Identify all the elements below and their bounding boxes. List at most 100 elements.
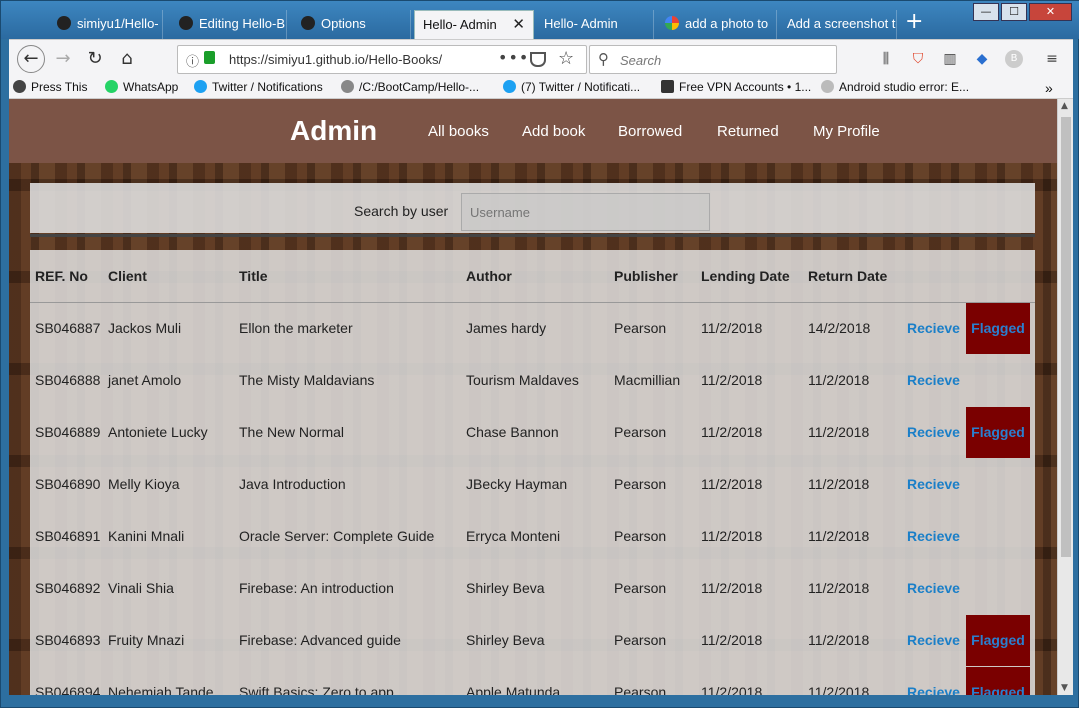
bookmark-whatsapp[interactable]: WhatsApp bbox=[105, 80, 178, 94]
library-icon[interactable]: ⫼ bbox=[877, 50, 895, 68]
return-date-cell: 11/2/2018 bbox=[808, 632, 870, 648]
github-icon bbox=[57, 16, 71, 30]
flag-cell bbox=[966, 510, 1035, 562]
col-ref-no: REF. No bbox=[30, 250, 108, 303]
receive-link[interactable]: Recieve bbox=[907, 528, 960, 544]
receive-link[interactable]: Recieve bbox=[907, 580, 960, 596]
home-icon[interactable]: ⌂ bbox=[115, 47, 139, 71]
ref-no-cell: SB046889 bbox=[35, 424, 101, 440]
minimize-button[interactable]: — bbox=[973, 3, 999, 21]
sidebar-icon[interactable]: ▥ bbox=[941, 50, 959, 68]
action-cell: Recieve bbox=[907, 562, 966, 614]
publisher-cell: Pearson bbox=[614, 320, 667, 337]
ref-no-cell: SB046890 bbox=[35, 476, 101, 492]
title-cell: Oracle Server: Complete Guide bbox=[239, 528, 435, 544]
ref-no-cell: SB046894 bbox=[35, 684, 101, 695]
vertical-scrollbar[interactable]: ▲ ▼ bbox=[1057, 99, 1073, 695]
bookmark-free-vpn[interactable]: Free VPN Accounts • 1... bbox=[661, 80, 811, 94]
window-controls: — ☐ ✕ bbox=[971, 3, 1072, 21]
close-button[interactable]: ✕ bbox=[1029, 3, 1072, 21]
ublock-shield-icon[interactable]: ⛉ bbox=[909, 50, 927, 68]
maximize-button[interactable]: ☐ bbox=[1001, 3, 1027, 21]
author-cell: James hardy bbox=[466, 320, 547, 337]
close-tab-icon[interactable]: ✕ bbox=[512, 15, 525, 33]
github-icon bbox=[179, 16, 193, 30]
ref-no-cell: SB046888 bbox=[35, 372, 101, 388]
google-icon bbox=[665, 16, 679, 30]
bookmark-press-this[interactable]: Press This bbox=[13, 80, 87, 94]
bookmark-twitter-notifications[interactable]: (7) Twitter / Notificati... bbox=[503, 80, 640, 94]
new-tab-icon[interactable]: + bbox=[905, 9, 923, 34]
tab-google-search[interactable]: add a photo to bbox=[657, 10, 777, 39]
bookmark-android-studio[interactable]: Android studio error: E... bbox=[821, 80, 969, 94]
flagged-button[interactable]: Flagged bbox=[966, 302, 1030, 354]
scroll-up-icon[interactable]: ▲ bbox=[1061, 101, 1068, 111]
page-icon bbox=[821, 80, 834, 93]
publisher-cell: Pearson bbox=[614, 528, 667, 544]
lending-date-cell: 11/2/2018 bbox=[701, 684, 763, 695]
receive-link[interactable]: Recieve bbox=[907, 424, 960, 440]
brand-title[interactable]: Admin bbox=[290, 115, 377, 147]
spark-icon bbox=[661, 80, 674, 93]
bookmark-local-file[interactable]: /C:/BootCamp/Hello-... bbox=[341, 80, 479, 94]
bookmark-twitter[interactable]: Twitter / Notifications bbox=[194, 80, 323, 94]
bookmark-star-icon[interactable]: ☆ bbox=[558, 48, 574, 69]
info-icon[interactable]: ⓘ bbox=[186, 51, 199, 70]
tab-options[interactable]: Options bbox=[293, 10, 411, 39]
lending-date-cell: 11/2/2018 bbox=[701, 476, 763, 492]
publisher-cell: Pearson bbox=[614, 476, 667, 492]
title-cell: Firebase: Advanced guide bbox=[239, 632, 401, 648]
tab-github-repo[interactable]: simiyu1/Hello- bbox=[49, 10, 163, 39]
nav-returned[interactable]: Returned bbox=[717, 123, 779, 140]
top-navbar: Admin All books Add book Borrowed Return… bbox=[9, 99, 1057, 163]
flagged-button[interactable]: Flagged bbox=[966, 406, 1030, 458]
forward-arrow-icon[interactable]: → bbox=[51, 47, 75, 71]
action-cell: Recieve bbox=[907, 666, 966, 695]
client-cell: Jackos Muli bbox=[108, 320, 182, 337]
lending-date-cell: 11/2/2018 bbox=[701, 528, 763, 544]
url-text[interactable]: https://simiyu1.github.io/Hello-Books/ bbox=[229, 52, 469, 67]
scroll-down-icon[interactable]: ▼ bbox=[1061, 683, 1068, 693]
flag-cell: Flagged bbox=[966, 406, 1035, 458]
extension-icon[interactable]: ◆ bbox=[973, 50, 991, 68]
tab-add-screenshot[interactable]: Add a screenshot to bbox=[779, 10, 897, 39]
nav-my-profile[interactable]: My Profile bbox=[813, 123, 880, 140]
pocket-icon[interactable] bbox=[530, 52, 546, 67]
page-actions-icon[interactable]: ••• bbox=[498, 48, 529, 67]
nav-all-books[interactable]: All books bbox=[428, 123, 489, 140]
receive-link[interactable]: Recieve bbox=[907, 372, 960, 388]
tab-hello-admin[interactable]: Hello- Admin bbox=[536, 10, 654, 39]
receive-link[interactable]: Recieve bbox=[907, 320, 960, 336]
flagged-button[interactable]: Flagged bbox=[966, 614, 1030, 666]
username-search-input[interactable] bbox=[461, 193, 710, 231]
author-cell: Tourism Maldaves bbox=[466, 372, 579, 388]
bookmarks-overflow-icon[interactable]: » bbox=[1045, 80, 1053, 96]
receive-link[interactable]: Recieve bbox=[907, 684, 960, 695]
twitter-icon bbox=[194, 80, 207, 93]
lock-icon bbox=[204, 51, 215, 64]
col-author: Author bbox=[466, 250, 614, 303]
tab-editing[interactable]: Editing Hello-B bbox=[171, 10, 287, 39]
flagged-button[interactable]: Flagged bbox=[966, 666, 1030, 695]
author-cell: Chase Bannon bbox=[466, 424, 559, 440]
nav-add-book[interactable]: Add book bbox=[522, 123, 585, 140]
search-bar[interactable]: ⚲ Search bbox=[589, 45, 837, 74]
title-cell: Ellon the marketer bbox=[239, 320, 353, 337]
scrollbar-thumb[interactable] bbox=[1061, 117, 1071, 557]
navigation-toolbar: ← → ↻ ⌂ ⓘ https://simiyu1.github.io/Hell… bbox=[9, 39, 1073, 77]
nav-borrowed[interactable]: Borrowed bbox=[618, 123, 682, 140]
account-avatar-icon[interactable]: B bbox=[1005, 50, 1023, 68]
back-arrow-icon[interactable]: ← bbox=[17, 45, 45, 73]
reload-icon[interactable]: ↻ bbox=[83, 47, 107, 71]
tab-hello-admin-active[interactable]: Hello- Admin ✕ bbox=[414, 10, 534, 39]
client-cell: Nehemiah Tande bbox=[108, 684, 214, 695]
return-date-cell: 11/2/2018 bbox=[808, 424, 870, 440]
title-cell: Swift Basics: Zero to app bbox=[239, 684, 394, 695]
receive-link[interactable]: Recieve bbox=[907, 632, 960, 648]
author-cell: Apple Matunda bbox=[466, 684, 561, 695]
address-bar[interactable]: ⓘ https://simiyu1.github.io/Hello-Books/… bbox=[177, 45, 587, 74]
flag-cell bbox=[966, 458, 1035, 510]
menu-icon[interactable]: ≡ bbox=[1043, 50, 1061, 68]
receive-link[interactable]: Recieve bbox=[907, 476, 960, 492]
return-date-cell: 11/2/2018 bbox=[808, 372, 870, 388]
